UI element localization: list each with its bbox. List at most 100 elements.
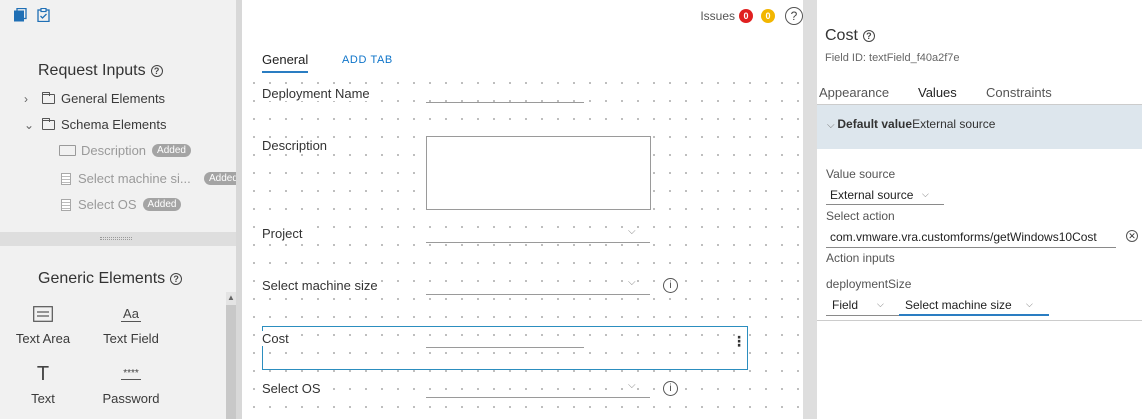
tree-item-label: General Elements: [61, 91, 166, 106]
param-type-dropdown[interactable]: Field: [832, 298, 858, 312]
help-icon[interactable]: ?: [150, 65, 163, 77]
generic-item-label: Text Field: [103, 331, 159, 346]
dropdown-icon: [61, 172, 71, 185]
properties-panel: Cost ? Field ID: textField_f40a2f7e Appe…: [817, 0, 1142, 419]
tab-general[interactable]: General: [262, 52, 309, 73]
text-area-icon: [10, 303, 76, 325]
chevron-down-icon: ⌵: [922, 189, 929, 199]
chevron-down-icon: ⌄: [24, 117, 35, 132]
project-dropdown[interactable]: [426, 242, 650, 243]
tree-item-schema-elements[interactable]: ⌄ Schema Elements: [24, 117, 167, 132]
scrollbar-thumb[interactable]: [226, 305, 236, 419]
field-label-cost: Cost: [262, 331, 291, 346]
left-panel: Request Inputs ? › General Elements ⌄ Sc…: [0, 0, 243, 419]
text-field-icon: [59, 145, 76, 156]
info-icon[interactable]: i: [663, 381, 678, 396]
tab-appearance[interactable]: Appearance: [819, 85, 889, 100]
generic-elements-list: Text Area Aa Text Field T Text **** Pass…: [0, 295, 236, 419]
machine-size-dropdown[interactable]: [426, 294, 650, 295]
add-tab-button[interactable]: ADD TAB: [342, 54, 393, 66]
description-textarea[interactable]: [426, 136, 651, 210]
value-source-underline: [826, 204, 944, 205]
more-options-icon[interactable]: ⋮: [732, 333, 746, 350]
issues-indicator[interactable]: Issues 0 0 ?: [700, 7, 803, 25]
chevron-down-icon: ⌵: [628, 226, 636, 237]
properties-title: Cost ?: [825, 27, 875, 45]
request-inputs-title: Request Inputs ?: [38, 62, 163, 80]
generic-item-label: Text Area: [15, 331, 71, 346]
grip-icon: [100, 237, 132, 240]
field-id: Field ID: textField_f40a2f7e: [825, 52, 960, 64]
default-value-summary: ⌵ Default valueExternal source: [827, 117, 995, 131]
folder-icon: [42, 91, 55, 104]
cost-input[interactable]: [426, 347, 584, 348]
clipboard-check-icon[interactable]: [37, 7, 50, 23]
schema-item-label: Description: [81, 143, 147, 158]
select-action-label: Select action: [826, 209, 895, 223]
tab-values[interactable]: Values: [918, 85, 957, 106]
selected-field-cost[interactable]: [262, 326, 748, 370]
chevron-down-icon: ⌵: [628, 277, 636, 288]
panel-splitter[interactable]: [0, 232, 236, 246]
scroll-up-icon[interactable]: ▲: [227, 293, 235, 302]
added-badge: Added: [152, 144, 191, 157]
section-divider: [817, 320, 1142, 321]
schema-item-label: Select OS: [78, 197, 137, 212]
right-panel-divider[interactable]: [803, 0, 817, 419]
deployment-name-input[interactable]: [426, 102, 584, 103]
field-label-description: Description: [262, 138, 330, 153]
schema-item-label: Select machine si...: [78, 171, 191, 186]
select-action-input[interactable]: com.vmware.vra.customforms/getWindows10C…: [830, 230, 1097, 244]
chevron-down-icon: ⌵: [827, 120, 838, 131]
help-icon[interactable]: ?: [862, 30, 875, 42]
schema-item-description[interactable]: Description Added: [59, 143, 191, 158]
generic-item-label: Password: [102, 391, 160, 406]
info-icon[interactable]: i: [663, 278, 678, 293]
field-label-deployment-name: Deployment Name: [262, 86, 372, 101]
param-name: deploymentSize: [826, 277, 912, 291]
tab-constraints[interactable]: Constraints: [986, 85, 1052, 100]
param-field-underline: [899, 314, 1049, 316]
chevron-down-icon: ⌵: [1026, 299, 1033, 309]
chevron-right-icon: ›: [24, 91, 28, 106]
select-action-underline: [826, 247, 1116, 248]
warning-count-badge: 0: [761, 9, 775, 23]
copy-icon[interactable]: [14, 7, 27, 22]
added-badge: Added: [142, 198, 182, 211]
param-type-underline: [826, 315, 899, 316]
form-canvas: Issues 0 0 ? General ADD TAB Deployment …: [242, 0, 803, 419]
folder-icon: [42, 117, 55, 130]
generic-item-label: Text: [31, 391, 55, 406]
clear-icon[interactable]: ✕: [1126, 230, 1138, 242]
issues-label: Issues: [700, 9, 735, 23]
field-label-project: Project: [262, 226, 305, 241]
tree-item-label: Schema Elements: [61, 117, 167, 132]
default-value-label: Default value: [837, 117, 913, 131]
generic-item-password[interactable]: **** Password: [98, 363, 164, 406]
generic-elements-title: Generic Elements ?: [38, 270, 183, 288]
schema-item-select-os[interactable]: Select OS Added: [61, 197, 182, 212]
generic-item-text-area[interactable]: Text Area: [10, 303, 76, 346]
param-field-dropdown[interactable]: Select machine size: [905, 298, 1012, 312]
chevron-down-icon: ⌵: [628, 380, 636, 391]
default-value-section-header[interactable]: ⌵ Default valueExternal source: [817, 105, 1142, 149]
default-value-source: External source: [912, 117, 996, 131]
dropdown-icon: [61, 198, 71, 211]
chevron-down-icon: ⌵: [877, 299, 884, 309]
help-icon[interactable]: ?: [785, 7, 803, 25]
password-icon: ****: [98, 363, 164, 385]
field-label-select-machine-size: Select machine size: [262, 278, 380, 293]
value-source-dropdown[interactable]: External source: [830, 188, 913, 202]
tree-item-general-elements[interactable]: › General Elements: [24, 91, 165, 106]
field-label-select-os: Select OS: [262, 381, 323, 396]
error-count-badge: 0: [739, 9, 753, 23]
schema-item-select-machine-size[interactable]: Select machine si... Added: [61, 171, 243, 186]
generic-item-text[interactable]: T Text: [10, 362, 76, 407]
select-os-dropdown[interactable]: [426, 397, 650, 398]
value-source-label: Value source: [826, 167, 896, 181]
text-icon: T: [36, 362, 50, 385]
help-icon[interactable]: ?: [170, 273, 183, 285]
action-inputs-label: Action inputs: [826, 251, 895, 265]
text-field-icon: Aa: [98, 303, 164, 325]
generic-item-text-field[interactable]: Aa Text Field: [98, 303, 164, 346]
